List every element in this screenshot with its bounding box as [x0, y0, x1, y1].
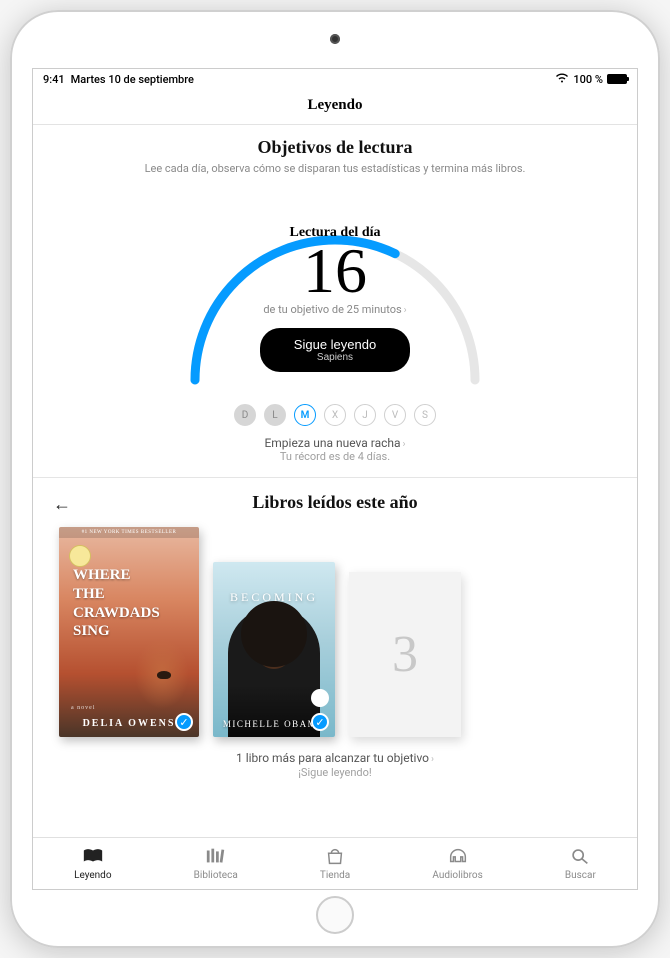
tab-label: Audiolibros [432, 870, 482, 881]
cta-main-label: Sigue leyendo [294, 337, 376, 352]
audiolibros-icon [447, 847, 469, 868]
tab-audiolibros[interactable]: Audiolibros [432, 847, 482, 881]
streak-sub: Tu récord es de 4 días. [53, 450, 617, 463]
tienda-icon [324, 847, 346, 868]
section-divider [33, 477, 637, 478]
chevron-right-icon: › [403, 439, 406, 450]
book-goal-placeholder[interactable]: 3 [349, 572, 461, 737]
ipad-frame: 9:41 Martes 10 de septiembre 100 % Leyen… [10, 10, 660, 948]
goals-subtitle: Lee cada día, observa cómo se disparan t… [53, 162, 617, 175]
progress-arc: Lectura del día 16 de tu objetivo de 25 … [175, 185, 495, 390]
day-dot-D[interactable]: D [234, 404, 256, 426]
tab-label: Leyendo [74, 870, 111, 881]
tab-leyendo[interactable]: Leyendo [74, 847, 111, 881]
today-goal-row[interactable]: de tu objetivo de 25 minutos› [175, 303, 495, 316]
tab-tienda[interactable]: Tienda [320, 847, 350, 881]
anovel-tag: a novel [71, 705, 96, 711]
books-goal-progress: 1 libro más para alcanzar tu objetivo [236, 751, 429, 765]
tab-label: Tienda [320, 870, 350, 881]
audio-badge-icon [311, 689, 329, 707]
goals-title: Objetivos de lectura [53, 137, 617, 158]
books-row[interactable]: #1 NEW YORK TIMES BESTSELLER WHERETHECRA… [53, 527, 617, 737]
streak-label: Empieza una nueva racha [264, 436, 400, 450]
book-crawdads[interactable]: #1 NEW YORK TIMES BESTSELLER WHERETHECRA… [59, 527, 199, 737]
content-scroll[interactable]: Objetivos de lectura Lee cada día, obser… [33, 125, 637, 837]
day-dot-S[interactable]: S [414, 404, 436, 426]
screen: 9:41 Martes 10 de septiembre 100 % Leyen… [32, 68, 638, 890]
tab-biblioteca[interactable]: Biblioteca [194, 847, 238, 881]
day-dot-J[interactable]: J [354, 404, 376, 426]
home-button[interactable] [316, 896, 354, 934]
tab-label: Buscar [565, 870, 596, 881]
tab-buscar[interactable]: Buscar [565, 847, 596, 881]
status-bar: 9:41 Martes 10 de septiembre 100 % [33, 69, 637, 89]
book-becoming[interactable]: BECOMING MICHELLE OBAMA ✓ [213, 562, 335, 737]
leyendo-icon [82, 847, 104, 868]
status-time: 9:41 [43, 73, 65, 86]
biblioteca-icon [205, 847, 227, 868]
battery-percent: 100 % [573, 73, 603, 86]
cta-book-label: Sapiens [294, 352, 376, 363]
check-icon: ✓ [311, 713, 329, 731]
award-badge-icon [69, 545, 91, 567]
buscar-icon [569, 847, 591, 868]
check-icon: ✓ [175, 713, 193, 731]
keep-reading-button[interactable]: Sigue leyendo Sapiens [260, 328, 410, 372]
today-minutes: 16 [175, 239, 495, 303]
chevron-right-icon: › [431, 754, 434, 765]
bestseller-tag: #1 NEW YORK TIMES BESTSELLER [59, 527, 199, 538]
books-header: Libros leídos este año [252, 492, 417, 513]
tab-bar: Leyendo Biblioteca Tienda Audiolibros Buscar [33, 837, 637, 889]
week-dots: DLMXJVS [53, 404, 617, 426]
day-dot-X[interactable]: X [324, 404, 346, 426]
battery-icon [607, 74, 627, 84]
page-title: Leyendo [33, 89, 637, 125]
chevron-right-icon: › [404, 305, 407, 316]
front-camera [330, 34, 340, 44]
today-goal-text: de tu objetivo de 25 minutos [263, 303, 401, 316]
wifi-icon [555, 72, 569, 86]
day-dot-V[interactable]: V [384, 404, 406, 426]
books-goal-cheer: ¡Sigue leyendo! [53, 766, 617, 779]
streak-row[interactable]: Empieza una nueva racha› [53, 436, 617, 450]
tab-label: Biblioteca [194, 870, 238, 881]
placeholder-number: 3 [392, 625, 418, 684]
back-arrow-icon[interactable]: ← [53, 494, 71, 515]
day-dot-L[interactable]: L [264, 404, 286, 426]
status-date: Martes 10 de septiembre [71, 73, 194, 86]
books-goal-row[interactable]: 1 libro más para alcanzar tu objetivo› [53, 751, 617, 765]
day-dot-M[interactable]: M [294, 404, 316, 426]
